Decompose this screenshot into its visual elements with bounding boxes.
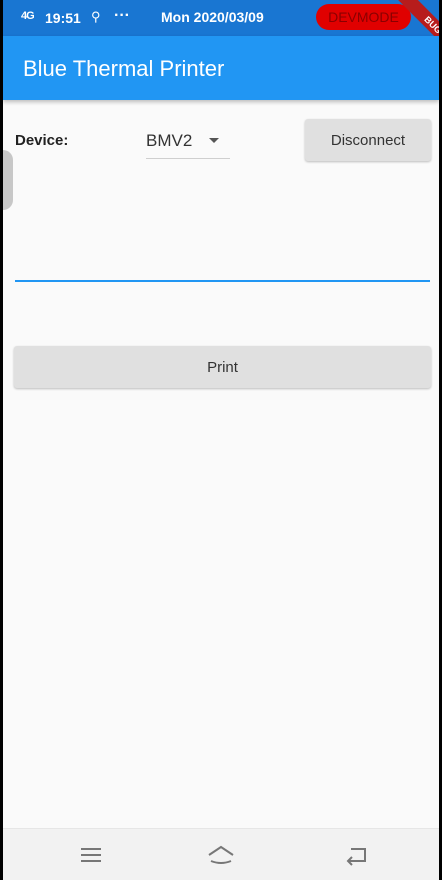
usb-icon: ⚲ — [91, 9, 101, 24]
device-dropdown[interactable]: BMV2 — [146, 122, 230, 159]
edge-panel-handle[interactable] — [3, 150, 13, 210]
dropdown-caret-icon — [209, 138, 219, 143]
status-time: 19:51 — [45, 10, 81, 26]
signal-icon: 4G — [21, 10, 35, 22]
phone-screen: 4G 19:51 ⚲ ··· Mon 2020/03/09 DEVMODE BU… — [3, 0, 439, 880]
menu-icon[interactable] — [77, 843, 105, 867]
status-date: Mon 2020/03/09 — [161, 9, 264, 25]
app-bar: Blue Thermal Printer — [3, 36, 439, 100]
device-label: Device: — [15, 132, 69, 149]
status-bar: 4G 19:51 ⚲ ··· Mon 2020/03/09 DEVMODE BU… — [3, 0, 439, 62]
home-icon[interactable] — [207, 843, 235, 867]
disconnect-button[interactable]: Disconnect — [305, 119, 431, 161]
print-button[interactable]: Print — [14, 346, 431, 388]
print-text-input[interactable] — [15, 246, 430, 282]
back-icon[interactable] — [343, 843, 371, 867]
navigation-bar — [3, 828, 439, 880]
devmode-badge: DEVMODE — [316, 4, 411, 30]
app-title: Blue Thermal Printer — [23, 56, 225, 81]
selected-device: BMV2 — [146, 131, 193, 150]
more-notifications-icon: ··· — [114, 7, 130, 24]
